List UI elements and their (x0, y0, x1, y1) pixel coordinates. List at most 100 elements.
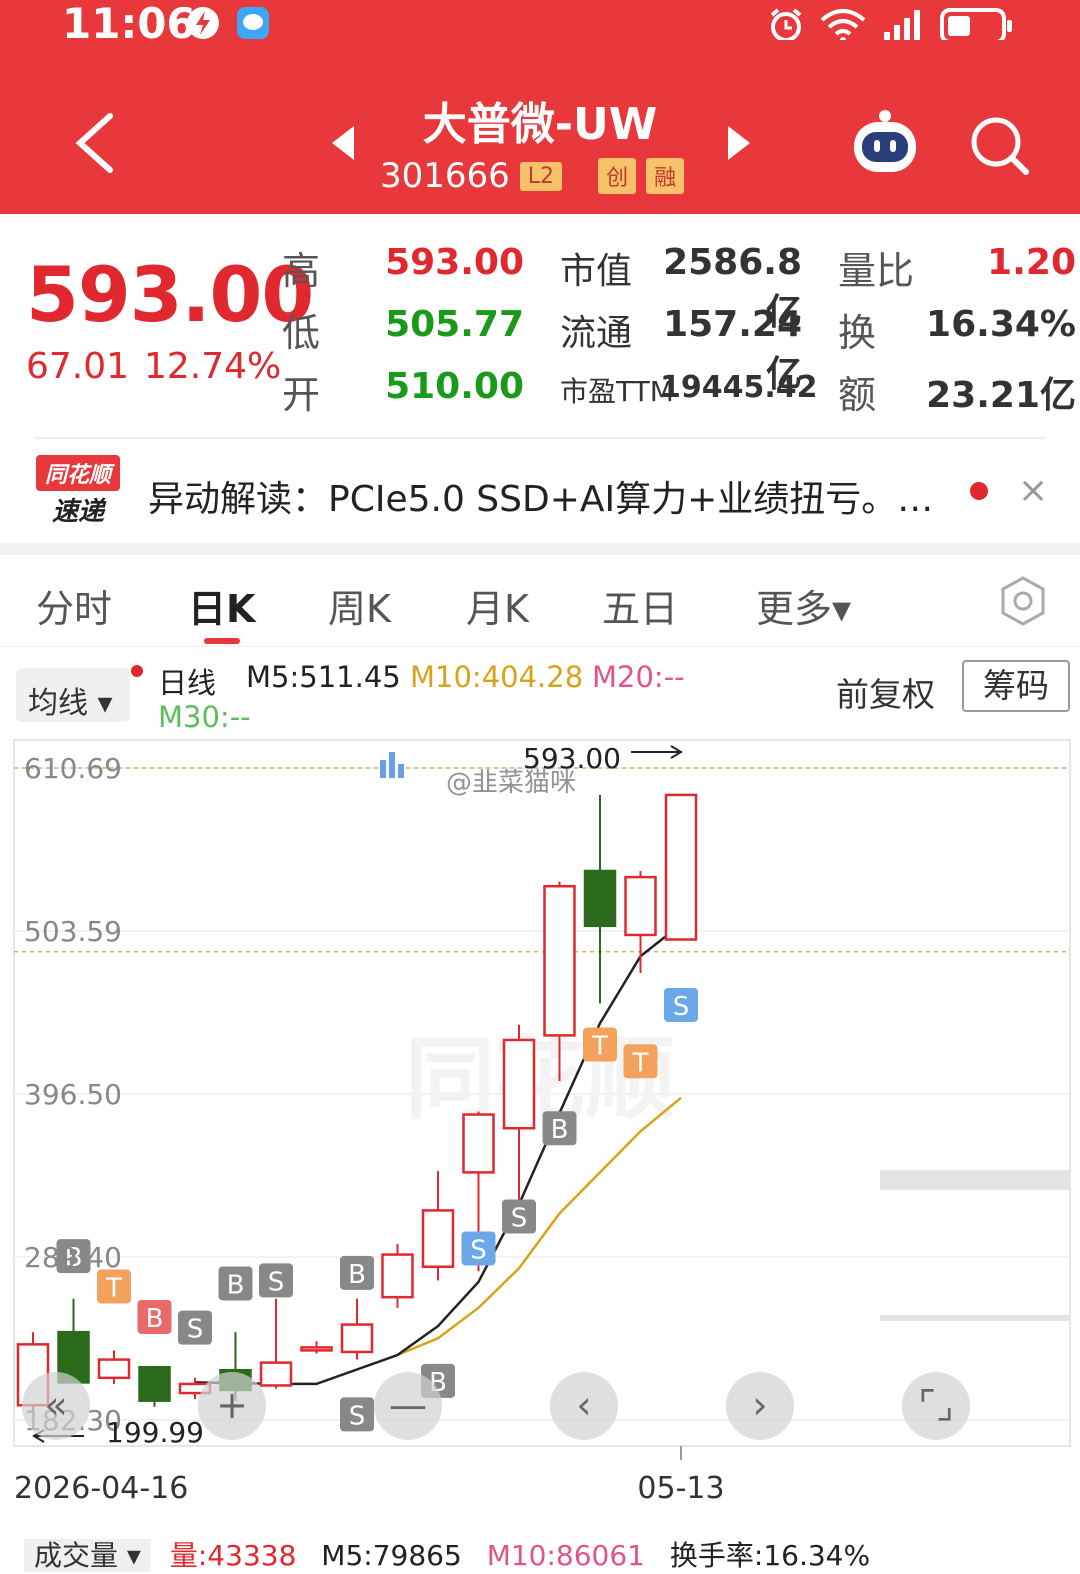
rong-tag: 融 (646, 158, 685, 194)
candle (381, 1243, 414, 1308)
chart-stats-icon[interactable] (378, 750, 406, 780)
l2-tag: L2 (519, 161, 563, 191)
tab-daily-k[interactable]: 日K (188, 578, 255, 633)
close-news-button[interactable]: × (1018, 470, 1048, 511)
signal-marker: T (97, 1269, 131, 1304)
signal-letter: S (470, 1235, 487, 1265)
header-bar: 11:06 大普微-UW 301666 L2 创 融 (0, 0, 1080, 214)
tab-weekly-k[interactable]: 周K (328, 578, 391, 633)
signal-marker: B (542, 1111, 577, 1146)
signal-letter: T (105, 1274, 122, 1304)
volume-ratio-label: 量比 (838, 249, 915, 293)
signal-letter: S (673, 992, 690, 1022)
ths-express-logo: 同花顺 速递 (36, 455, 120, 527)
candle-body (502, 1038, 536, 1130)
y-tick-label: 610.69 (24, 752, 122, 785)
candle-body (624, 875, 657, 937)
float-cap-label: 流通 (560, 313, 633, 354)
candle (421, 1170, 455, 1281)
signal-letter: S (187, 1315, 204, 1345)
chip-distribution-button[interactable]: 筹码 (962, 660, 1070, 712)
signal-letter: B (551, 1115, 569, 1145)
stock-code: 301666 (380, 156, 510, 196)
period-dot (131, 665, 143, 677)
next-candle-button[interactable]: › (726, 1372, 794, 1440)
candle-body (138, 1365, 171, 1402)
signal-letter: B (348, 1260, 366, 1290)
kline-chart[interactable]: 同花顺 BTBSBSBSBSSBTTS 610.69 503.59 396.50 28… (0, 730, 1080, 1556)
search-icon[interactable] (968, 114, 1032, 178)
signal-marker: T (583, 1027, 617, 1062)
candle-body (381, 1253, 414, 1299)
chuang-tag: 创 (598, 158, 637, 194)
turnover-label: 换 (838, 311, 877, 355)
signal-marker: B (218, 1266, 253, 1301)
candle-body (340, 1323, 374, 1354)
tab-more[interactable]: 更多▾ (756, 578, 851, 633)
settings-hexagon-icon[interactable] (996, 574, 1050, 628)
tab-monthly-k[interactable]: 月K (466, 578, 529, 633)
candle-body (300, 1346, 333, 1352)
price-change: 67.01 (26, 346, 130, 387)
candle (57, 1298, 90, 1384)
candle-body (259, 1361, 293, 1387)
signal-icon (884, 10, 920, 40)
market-cap-label: 市值 (560, 251, 633, 292)
high-arrow (631, 745, 683, 759)
robot-assistant-icon[interactable] (846, 106, 924, 176)
signal-marker: S (340, 1397, 374, 1432)
scroll-left-icon[interactable]: « (22, 1372, 90, 1440)
volume-ratio-value: 1.20 (987, 242, 1076, 283)
candle (664, 793, 698, 941)
price-change-pct: 12.74% (144, 346, 282, 387)
pe-value: 19445.42 (660, 370, 818, 405)
zoom-in-button[interactable]: + (198, 1372, 266, 1440)
candle (340, 1298, 374, 1360)
fullscreen-icon[interactable]: ⌜⌟ (902, 1372, 970, 1440)
tab-intraday[interactable]: 分时 (36, 578, 112, 633)
period-label: 日线 (158, 666, 217, 700)
low-value: 505.77 (385, 304, 524, 345)
flash-app-icon (187, 7, 219, 39)
signal-marker: T (623, 1044, 658, 1079)
signal-marker: S (461, 1231, 496, 1266)
ma10-label: M10:404.28 (410, 660, 584, 694)
volume-indicator-row: 成交量 ▾ 量:43338 M5:79865 M10:86061 换手率:16.… (24, 1534, 870, 1574)
news-headline[interactable]: 异动解读：PCIe5.0 SSD+AI算力+业绩扭亏。… (148, 470, 933, 522)
candle (502, 1024, 536, 1200)
ma-selector[interactable]: 均线 ▾ (16, 668, 130, 722)
candle (259, 1298, 293, 1389)
x-start-label: 2026-04-16 (14, 1471, 188, 1506)
tab-five-day[interactable]: 五日 (602, 578, 678, 633)
low-label: 低 (282, 311, 321, 355)
turnover-value: 16.34% (926, 304, 1076, 345)
signal-letter: S (511, 1204, 528, 1234)
signal-marker: S (664, 987, 698, 1022)
x-end-label: 05-13 (637, 1471, 724, 1506)
status-time: 11:06 (62, 0, 196, 48)
next-stock-button[interactable] (728, 126, 750, 160)
candle (97, 1350, 131, 1384)
high-value: 593.00 (385, 242, 524, 283)
candle-body (421, 1209, 455, 1268)
zoom-out-button[interactable]: — (374, 1372, 442, 1440)
stock-subline: 301666 L2 创 融 (380, 156, 685, 196)
candle (138, 1365, 171, 1407)
divider (0, 646, 1080, 647)
section-gap (0, 543, 1080, 555)
candle-body (97, 1358, 131, 1380)
signal-letter: S (349, 1401, 366, 1431)
ma5-line (194, 923, 682, 1386)
battery-icon (940, 8, 1012, 40)
signal-letter: T (632, 1048, 649, 1078)
low-annotation: 199.99 (106, 1416, 204, 1449)
signal-marker: B (340, 1255, 374, 1290)
unread-dot (970, 482, 988, 500)
active-tab-indicator (204, 638, 240, 644)
signal-letter: T (591, 1032, 608, 1062)
y-tick-label: 396.50 (24, 1078, 122, 1111)
prev-candle-button[interactable]: ‹ (550, 1372, 618, 1440)
message-app-icon (237, 7, 269, 39)
forward-adjust-toggle[interactable]: 前复权 (836, 668, 935, 716)
signal-letter: S (268, 1267, 285, 1297)
